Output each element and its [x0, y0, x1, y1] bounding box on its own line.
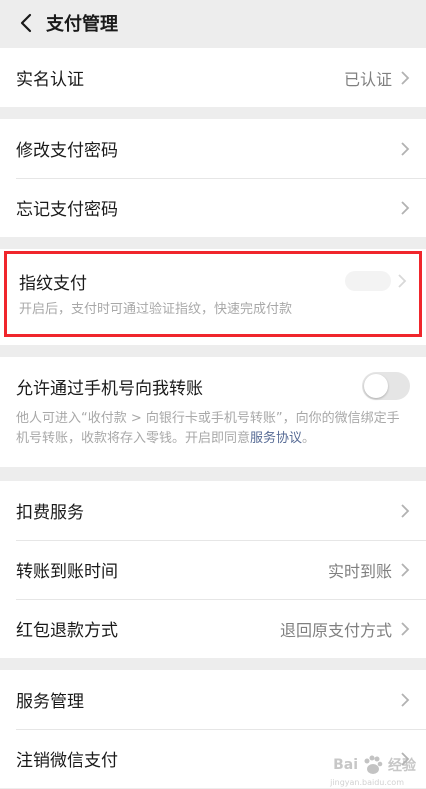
deduction-service-row[interactable]: 扣费服务: [0, 481, 426, 540]
phone-transfer-row: 允许通过手机号向我转账 他人可进入“收付款 > 向银行卡或手机号转账”，向你的微…: [0, 357, 426, 467]
fingerprint-row[interactable]: 指纹支付 开启后，支付时可通过验证指纹，快速完成付款: [4, 251, 422, 337]
paw-icon: [364, 755, 383, 774]
chevron-right-icon: [401, 141, 410, 156]
transfer-time-value: 实时到账: [327, 561, 392, 581]
services-group: 扣费服务 转账到账时间 实时到账 红包退款方式 退回原支付方式: [0, 481, 426, 658]
transfer-time-row[interactable]: 转账到账时间 实时到账: [0, 540, 426, 599]
chevron-right-icon: [398, 274, 407, 288]
phone-transfer-label: 允许通过手机号向我转账: [16, 378, 203, 399]
modify-password-label: 修改支付密码: [16, 141, 118, 161]
service-manage-label: 服务管理: [16, 692, 84, 712]
chevron-right-icon: [401, 503, 410, 518]
chevron-right-icon: [401, 200, 410, 215]
forget-password-row[interactable]: 忘记支付密码: [0, 178, 426, 237]
watermark-text-2: 经验: [388, 758, 416, 774]
redpacket-refund-row[interactable]: 红包退款方式 退回原支付方式: [0, 599, 426, 658]
phone-transfer-group: 允许通过手机号向我转账 他人可进入“收付款 > 向银行卡或手机号转账”，向你的微…: [0, 357, 426, 467]
phone-transfer-desc-text: 他人可进入“收付款 > 向银行卡或手机号转账”，向你的微信绑定手机号转账，收款将…: [16, 411, 400, 446]
page-title: 支付管理: [46, 14, 118, 35]
phone-transfer-toggle[interactable]: [362, 372, 410, 400]
chevron-right-icon: [401, 562, 410, 577]
realname-row[interactable]: 实名认证 已认证: [0, 48, 426, 107]
watermark-url: jingyan.baidu.com: [330, 778, 404, 787]
chevron-right-icon: [401, 692, 410, 707]
phone-transfer-description: 他人可进入“收付款 > 向银行卡或手机号转账”，向你的微信绑定手机号转账，收款将…: [16, 409, 410, 449]
service-agreement-link[interactable]: 服务协议: [250, 431, 302, 446]
redpacket-refund-label: 红包退款方式: [16, 621, 118, 641]
fingerprint-status-blurred: [345, 271, 391, 291]
fingerprint-label: 指纹支付: [19, 273, 87, 294]
back-arrow-icon[interactable]: [14, 11, 38, 35]
service-manage-row[interactable]: 服务管理: [0, 670, 426, 729]
fingerprint-group: 指纹支付 开启后，支付时可通过验证指纹，快速完成付款: [0, 249, 426, 345]
phone-transfer-desc-end: 。: [302, 431, 316, 446]
forget-password-label: 忘记支付密码: [16, 200, 118, 220]
fingerprint-description: 开启后，支付时可通过验证指纹，快速完成付款: [19, 302, 293, 317]
toggle-knob: [364, 374, 388, 398]
redpacket-refund-value: 退回原支付方式: [279, 620, 392, 640]
realname-group: 实名认证 已认证: [0, 48, 426, 107]
chevron-right-icon: [401, 621, 410, 636]
watermark-text: Bai: [333, 757, 358, 773]
transfer-time-label: 转账到账时间: [16, 562, 118, 582]
chevron-right-icon: [401, 70, 410, 85]
realname-label: 实名认证: [16, 70, 84, 90]
password-group: 修改支付密码 忘记支付密码: [0, 119, 426, 237]
deduction-service-label: 扣费服务: [16, 503, 84, 523]
realname-status: 已认证: [343, 69, 392, 89]
modify-password-row[interactable]: 修改支付密码: [0, 119, 426, 178]
baidu-jingyan-watermark: Bai 经验: [333, 755, 416, 775]
top-bar: 支付管理: [0, 0, 426, 46]
